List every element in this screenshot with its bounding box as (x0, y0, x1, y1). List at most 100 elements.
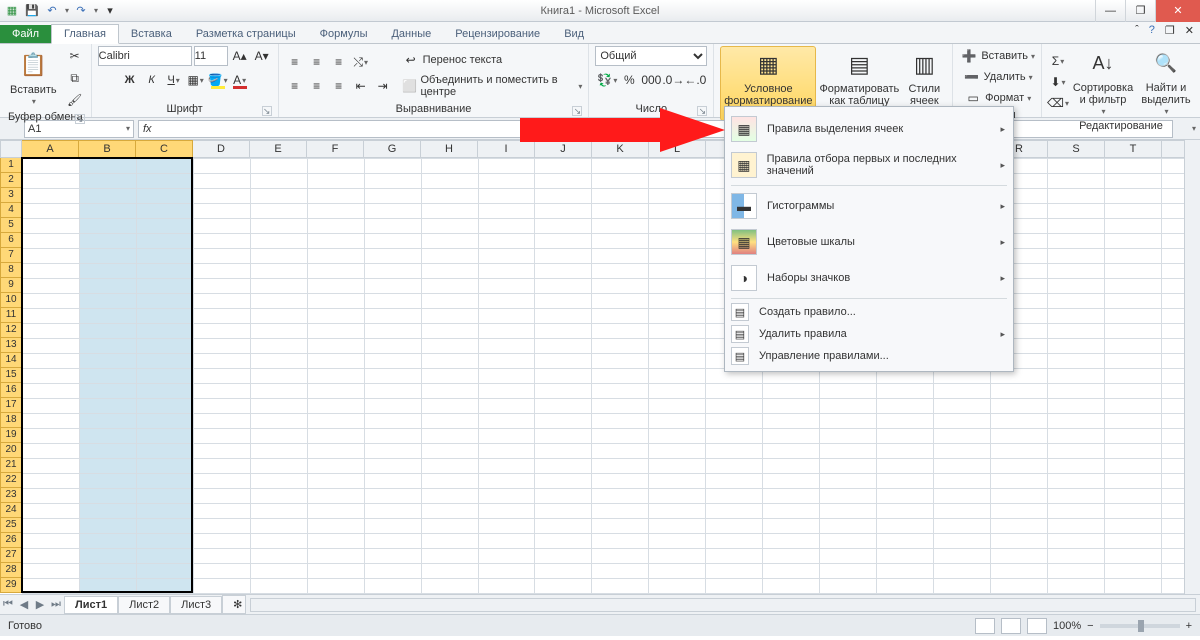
horizontal-scrollbar[interactable] (250, 598, 1196, 612)
font-size-combo[interactable] (194, 46, 228, 66)
color-scales-icon: ▦ (731, 229, 757, 255)
fill-color-button[interactable]: 🪣▾ (208, 70, 228, 90)
highlight-rules-icon: ▦ (731, 116, 757, 142)
zoom-slider[interactable] (1100, 624, 1180, 628)
paste-label: Вставить (10, 84, 57, 96)
undo-icon[interactable]: ↶ (44, 3, 60, 19)
font-name-combo[interactable] (98, 46, 192, 66)
group-clipboard: 📋 Вставить▾ ✂ ⧉ 🖌 Буфер обмена↘ (0, 44, 92, 117)
view-page-break-button[interactable] (1027, 618, 1047, 634)
font-color-button[interactable]: A▾ (230, 70, 250, 90)
fill-button[interactable]: ⬇▾ (1048, 72, 1068, 92)
increase-decimal-button[interactable]: .0→ (663, 70, 683, 90)
format-painter-button[interactable]: 🖌 (65, 90, 85, 110)
new-sheet-button[interactable]: ✻ (222, 595, 246, 614)
tab-page-layout[interactable]: Разметка страницы (184, 25, 308, 43)
menu-clear-rules[interactable]: ▤Удалить правила▸ (725, 323, 1013, 345)
row-headers[interactable]: 1234567891011121314151617181920212223242… (0, 158, 22, 594)
insert-cells-button[interactable]: ➕Вставить▾ (959, 46, 1035, 66)
increase-font-button[interactable]: A▴ (230, 46, 250, 66)
alignment-dialog-icon[interactable]: ↘ (572, 106, 582, 116)
menu-manage-rules[interactable]: ▤Управление правилами... (725, 345, 1013, 367)
increase-indent-button[interactable]: ⇥ (373, 76, 393, 96)
wrap-text-button[interactable]: ↩Перенос текста (401, 50, 583, 70)
sheet-tab-2[interactable]: Лист2 (118, 596, 170, 614)
align-bottom-button[interactable]: ≡ (329, 52, 349, 72)
decrease-indent-button[interactable]: ⇤ (351, 76, 371, 96)
delete-cells-button[interactable]: ➖Удалить▾ (962, 67, 1033, 87)
align-middle-button[interactable]: ≡ (307, 52, 327, 72)
minimize-button[interactable]: — (1095, 0, 1125, 22)
clear-button[interactable]: ⌫▾ (1048, 93, 1068, 113)
sheet-tab-1[interactable]: Лист1 (64, 596, 118, 614)
qat-customize-icon[interactable]: ▾ (102, 3, 118, 19)
select-all-corner[interactable] (0, 140, 22, 158)
redo-icon[interactable]: ↷ (73, 3, 89, 19)
merge-icon: ⬜ (401, 76, 419, 96)
tab-home[interactable]: Главная (51, 24, 119, 44)
sort-filter-button[interactable]: A↓ Сортировка и фильтр▾ (1072, 46, 1134, 119)
tab-formulas[interactable]: Формулы (308, 25, 380, 43)
restore-button[interactable]: ❐ (1125, 0, 1155, 22)
sheet-nav-first[interactable]: ⏮ (0, 598, 16, 611)
clear-rules-icon: ▤ (731, 325, 749, 343)
comma-style-button[interactable]: 000 (641, 70, 661, 90)
ribbon-tabs: Файл Главная Вставка Разметка страницы Ф… (0, 22, 1200, 44)
menu-icon-sets[interactable]: ◑Наборы значков▸ (725, 260, 1013, 296)
menu-new-rule[interactable]: ▤Создать правило... (725, 301, 1013, 323)
tab-insert[interactable]: Вставка (119, 25, 184, 43)
minimize-ribbon-icon[interactable]: ˆ (1135, 24, 1139, 37)
group-editing: Σ▾ ⬇▾ ⌫▾ A↓ Сортировка и фильтр▾ 🔍 Найти… (1042, 44, 1200, 117)
vertical-scrollbar[interactable] (1184, 140, 1200, 594)
cut-button[interactable]: ✂ (65, 46, 85, 66)
copy-button[interactable]: ⧉ (65, 68, 85, 88)
italic-button[interactable]: К (142, 70, 162, 90)
tab-data[interactable]: Данные (379, 25, 443, 43)
sheet-nav-prev[interactable]: ◀ (16, 598, 32, 611)
zoom-out-button[interactable]: − (1087, 620, 1093, 632)
orientation-button[interactable]: ⤭▾ (351, 52, 371, 72)
number-dialog-icon[interactable]: ↘ (697, 106, 707, 116)
find-select-button[interactable]: 🔍 Найти и выделить▾ (1138, 46, 1194, 119)
menu-color-scales[interactable]: ▦Цветовые шкалы▸ (725, 224, 1013, 260)
tab-file[interactable]: Файл (0, 25, 51, 43)
menu-icon-sets-label: Наборы значков (767, 272, 850, 284)
font-dialog-icon[interactable]: ↘ (262, 106, 272, 116)
view-page-layout-button[interactable] (1001, 618, 1021, 634)
clipboard-dialog-icon[interactable]: ↘ (75, 114, 85, 124)
view-normal-button[interactable] (975, 618, 995, 634)
save-icon[interactable]: 💾 (24, 3, 40, 19)
align-top-button[interactable]: ≡ (285, 52, 305, 72)
menu-top-bottom-rules[interactable]: ▦Правила отбора первых и последних значе… (725, 147, 1013, 183)
border-button[interactable]: ▦▾ (186, 70, 206, 90)
help-icon[interactable]: ? (1149, 24, 1155, 37)
doc-restore-icon[interactable]: ❐ (1165, 24, 1175, 37)
decrease-decimal-button[interactable]: ←.0 (685, 70, 705, 90)
fx-icon[interactable]: fx (143, 123, 152, 135)
close-button[interactable]: ✕ (1155, 0, 1200, 22)
menu-data-bars[interactable]: ▬Гистограммы▸ (725, 188, 1013, 224)
align-left-button[interactable]: ≡ (285, 76, 305, 96)
format-cells-button[interactable]: ▭Формат▾ (963, 88, 1031, 108)
autosum-button[interactable]: Σ▾ (1048, 51, 1068, 71)
cells-area[interactable] (22, 158, 1200, 594)
align-right-button[interactable]: ≡ (329, 76, 349, 96)
decrease-font-button[interactable]: A▾ (252, 46, 272, 66)
sheet-tab-3[interactable]: Лист3 (170, 596, 222, 614)
number-format-combo[interactable]: Общий (595, 46, 707, 66)
menu-highlight-rules[interactable]: ▦Правила выделения ячеек▸ (725, 111, 1013, 147)
bold-button[interactable]: Ж (120, 70, 140, 90)
percent-button[interactable]: % (619, 70, 639, 90)
doc-close-icon[interactable]: ✕ (1185, 24, 1194, 37)
zoom-in-button[interactable]: + (1186, 620, 1192, 632)
sheet-nav-next[interactable]: ▶ (32, 598, 48, 611)
merge-center-button[interactable]: ⬜Объединить и поместить в центре▾ (401, 74, 583, 98)
tab-review[interactable]: Рецензирование (443, 25, 552, 43)
accounting-format-button[interactable]: 💱▾ (597, 70, 617, 90)
tab-view[interactable]: Вид (552, 25, 596, 43)
paste-button[interactable]: 📋 Вставить▾ (6, 48, 61, 109)
align-center-button[interactable]: ≡ (307, 76, 327, 96)
sheet-nav-last[interactable]: ⏭ (48, 598, 64, 611)
underline-button[interactable]: Ч▾ (164, 70, 184, 90)
column-headers[interactable]: ABCDEFGHIJKLMNOPQRSTU (22, 140, 1200, 158)
